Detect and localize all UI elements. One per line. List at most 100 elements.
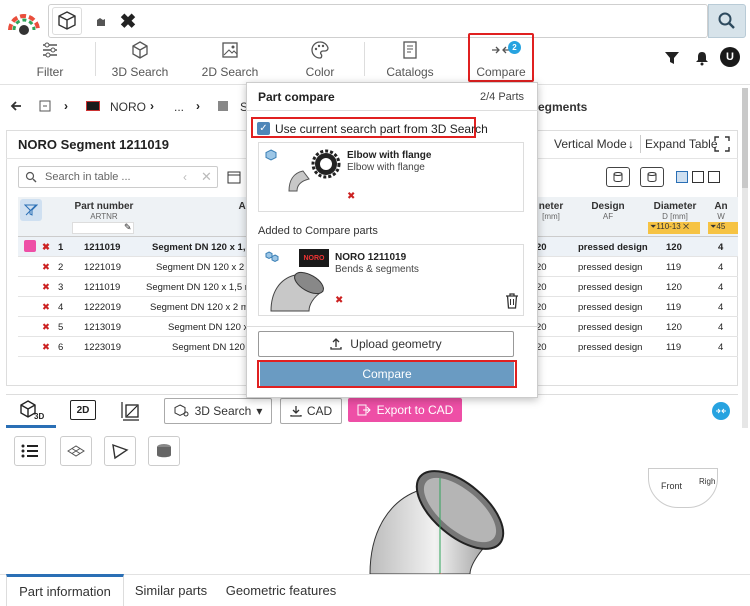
compare-card-added[interactable]: NORO NORO 1211019 Bends & segments ✖ (258, 244, 524, 316)
user-avatar[interactable]: U (720, 47, 740, 67)
prev-icon[interactable]: ‹ (183, 170, 187, 184)
table-search-input[interactable]: Search in table ... ‹ ✕ (18, 166, 218, 188)
col-diameter[interactable]: Diameter (650, 201, 700, 212)
expand-table-button[interactable]: Expand Table (645, 137, 718, 151)
tab-part-information[interactable]: Part information (6, 574, 124, 606)
col-angle[interactable]: An (708, 201, 734, 212)
divider (640, 135, 641, 153)
breadcrumb-noro[interactable]: NORO (110, 100, 146, 114)
divider (95, 42, 96, 76)
red-x-icon: ✖ (42, 242, 50, 253)
red-x-icon: ✖ (42, 262, 50, 273)
app-logo[interactable] (4, 8, 44, 36)
export-icon (357, 404, 371, 416)
trash-icon[interactable] (505, 293, 519, 309)
cube-icon (132, 41, 148, 59)
col-diameter-sub: D [mm] (662, 212, 688, 221)
row-article: Segment DN 120 x (172, 342, 253, 353)
row-index: 4 (58, 302, 64, 313)
row-article: Segment DN 120 x (168, 322, 249, 333)
row-part-number: 1213019 (84, 322, 121, 333)
card2-title: NORO 1211019 (335, 252, 407, 263)
use-current-part-checkbox[interactable]: ✓ (257, 122, 270, 135)
col-part-number[interactable]: Part number (74, 201, 134, 212)
row-angle: 4 (718, 282, 724, 293)
download-icon (290, 406, 302, 417)
col-diameter-filter-value: 110-13 (656, 222, 681, 231)
compare-highlight (468, 33, 534, 82)
filter-funnel-icon[interactable] (662, 48, 682, 68)
compare-card-current[interactable]: Elbow with flange Elbow with flange ✖ (258, 142, 524, 212)
measure-icon[interactable] (118, 398, 144, 422)
upload-label: Upload geometry (350, 337, 442, 351)
clear-icon[interactable]: ✕ (201, 169, 212, 185)
bell-icon[interactable] (692, 48, 712, 68)
nav-2d-search[interactable]: 2D Search (198, 40, 262, 82)
nav-color[interactable]: Color (290, 40, 350, 82)
part-thumbnail-icon[interactable] (90, 10, 112, 32)
solid-view-icon[interactable] (148, 436, 180, 466)
cube-search-icon (174, 404, 189, 417)
row-article: Segment DN 120 x 2 m (150, 302, 249, 313)
col-angle-sub: W (717, 212, 725, 221)
back-arrow-icon[interactable] (8, 98, 24, 114)
tab-similar-parts[interactable]: Similar parts (126, 574, 216, 606)
upload-geometry-button[interactable]: Upload geometry (258, 331, 514, 357)
col-diameter-partial[interactable]: neter (538, 201, 564, 212)
nav-filter[interactable]: Filter (20, 40, 80, 82)
arrow-down-icon[interactable]: ↓ (628, 137, 634, 151)
filter-clear-icon[interactable] (20, 199, 42, 221)
use-current-part-label[interactable]: Use current search part from 3D Search (275, 122, 488, 136)
view-rows-icon[interactable] (692, 171, 704, 183)
tab-geometric-features[interactable]: Geometric features (222, 574, 340, 606)
red-x-icon: ✖ (42, 342, 50, 353)
compare-count-badge: 2 (508, 41, 521, 54)
3d-model-viewport[interactable] (350, 470, 530, 574)
clear-search-icon[interactable]: ✖ (118, 10, 138, 33)
search-bar[interactable] (48, 4, 708, 38)
scrollbar-thumb[interactable] (742, 88, 748, 188)
col-diameter-filter[interactable]: ⏷110-13 ✕ (648, 222, 700, 234)
calendar-icon[interactable] (226, 169, 242, 185)
compare-bubble-icon[interactable] (712, 402, 730, 420)
db-import-icon[interactable] (640, 167, 664, 187)
search-icon (718, 12, 735, 29)
tab-2d[interactable]: 2D (70, 400, 96, 420)
col-design[interactable]: Design (578, 201, 638, 212)
edit-pencil-icon[interactable]: ✎ (124, 222, 132, 233)
nav-catalogs[interactable]: Catalogs (378, 40, 442, 82)
folder-icon (218, 101, 228, 111)
chevron-right-icon: › (64, 99, 68, 113)
vertical-mode-toggle[interactable]: Vertical Mode (554, 137, 627, 151)
perspective-icon[interactable] (104, 436, 136, 466)
col-angle-filter[interactable]: ⏷45 (708, 222, 738, 234)
chevron-right-icon: › (196, 99, 200, 113)
list-view-icon[interactable] (14, 436, 46, 466)
expand-icon[interactable] (713, 135, 731, 153)
divider (246, 326, 538, 327)
view-list-icon[interactable] (676, 171, 688, 183)
cube-search-icon[interactable] (52, 7, 82, 35)
db-export-icon[interactable] (606, 167, 630, 187)
export-to-cad-button[interactable]: Export to CAD (348, 398, 462, 422)
wireframe-icon[interactable] (60, 436, 92, 466)
table-title: NORO Segment 1211019 (18, 137, 170, 152)
palette-icon (311, 41, 329, 59)
3d-search-dropdown[interactable]: 3D Search ▾ (164, 398, 272, 424)
cad-download-button[interactable]: CAD (280, 398, 342, 424)
row-part-number: 1211019 (84, 242, 121, 253)
row-design: pressed design (578, 262, 643, 273)
noro-logo: NORO (299, 249, 329, 267)
home-icon[interactable] (38, 99, 52, 113)
search-button[interactable] (708, 4, 746, 38)
nav-3d-search[interactable]: 3D Search (108, 40, 172, 82)
row-index: 2 (58, 262, 64, 273)
cubes-icon (265, 251, 279, 263)
red-x-icon: ✖ (42, 322, 50, 333)
row-design: pressed design (578, 302, 643, 313)
compare-button[interactable]: Compare (260, 362, 514, 386)
breadcrumb-ellipsis[interactable]: ... (174, 100, 184, 114)
tab-3d[interactable]: 3D (6, 394, 56, 428)
view-grid-icon[interactable] (708, 171, 720, 183)
row-angle: 4 (718, 302, 724, 313)
